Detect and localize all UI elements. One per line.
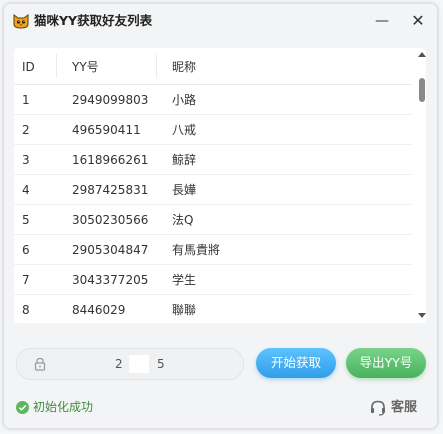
- column-divider: [56, 54, 57, 78]
- cell-nickname: 鲸辞: [172, 153, 197, 167]
- cell-id: 8: [22, 303, 30, 317]
- title-bar[interactable]: 猫咪YY获取好友列表 — ✕: [4, 4, 437, 38]
- vertical-scrollbar[interactable]: [418, 48, 426, 323]
- cell-yy: 1618966261: [72, 153, 149, 167]
- cell-yy: 3043377205: [72, 273, 149, 287]
- column-header-nickname[interactable]: 昵称: [172, 60, 196, 74]
- code-value-part1: 2: [115, 357, 124, 371]
- scroll-up-arrow-icon[interactable]: [418, 52, 426, 57]
- column-header-yy[interactable]: YY号: [72, 60, 99, 74]
- lock-icon: [34, 357, 46, 371]
- cell-nickname: 聯聯: [172, 303, 197, 317]
- code-value-part2: 5: [157, 357, 165, 371]
- cell-nickname: 有馬貴將: [172, 243, 221, 257]
- close-button[interactable]: ✕: [408, 12, 428, 30]
- start-fetch-button[interactable]: 开始获取: [256, 348, 336, 378]
- column-divider: [156, 54, 157, 78]
- table-header: ID YY号 昵称: [14, 48, 412, 85]
- export-yy-button[interactable]: 导出YY号: [346, 348, 426, 378]
- minimize-button[interactable]: —: [372, 12, 392, 30]
- table-body: 1 2949099803 小路 2 496590411 八戒 3 1618966…: [14, 85, 412, 323]
- scroll-down-arrow-icon[interactable]: [418, 313, 426, 318]
- cell-id: 2: [22, 123, 30, 137]
- table-row[interactable]: 2 496590411 八戒: [14, 115, 412, 145]
- headset-icon[interactable]: [369, 399, 387, 417]
- cat-face-icon: [13, 14, 29, 29]
- cell-id: 3: [22, 153, 30, 167]
- cell-yy: 3050230566: [72, 213, 149, 227]
- cell-yy: 2987425831: [72, 183, 149, 197]
- cell-yy: 496590411: [72, 123, 141, 137]
- window-title: 猫咪YY获取好友列表: [34, 13, 153, 28]
- cell-nickname: 法Q: [172, 213, 194, 227]
- status-message: 初始化成功: [33, 400, 94, 414]
- table-row[interactable]: 7 3043377205 学生: [14, 265, 412, 295]
- code-input[interactable]: 2 5: [16, 348, 244, 380]
- app-window: 猫咪YY获取好友列表 — ✕ ID YY号 昵称 1 2949099803 小路…: [4, 4, 437, 428]
- cell-id: 4: [22, 183, 30, 197]
- scroll-thumb[interactable]: [419, 78, 425, 102]
- cell-yy: 2949099803: [72, 93, 149, 107]
- cell-id: 6: [22, 243, 30, 257]
- cell-nickname: 長嬅: [172, 183, 197, 197]
- friend-list-table: ID YY号 昵称 1 2949099803 小路 2 496590411 八戒…: [14, 48, 426, 323]
- cell-yy: 2905304847: [72, 243, 149, 257]
- cell-id: 1: [22, 93, 30, 107]
- support-link[interactable]: 客服: [391, 399, 417, 416]
- redacted-block: [129, 355, 149, 373]
- table-row[interactable]: 6 2905304847 有馬貴將: [14, 235, 412, 265]
- table-row[interactable]: 1 2949099803 小路: [14, 85, 412, 115]
- cell-yy: 8446029: [72, 303, 126, 317]
- table-row[interactable]: 4 2987425831 長嬅: [14, 175, 412, 205]
- cell-id: 7: [22, 273, 30, 287]
- column-header-id[interactable]: ID: [22, 60, 35, 74]
- cell-nickname: 小路: [172, 93, 197, 107]
- table-row[interactable]: 5 3050230566 法Q: [14, 205, 412, 235]
- check-circle-icon: [16, 401, 29, 414]
- cell-id: 5: [22, 213, 30, 227]
- cell-nickname: 学生: [172, 273, 197, 287]
- cell-nickname: 八戒: [172, 123, 197, 137]
- table-row[interactable]: 8 8446029 聯聯: [14, 295, 412, 323]
- table-row[interactable]: 3 1618966261 鲸辞: [14, 145, 412, 175]
